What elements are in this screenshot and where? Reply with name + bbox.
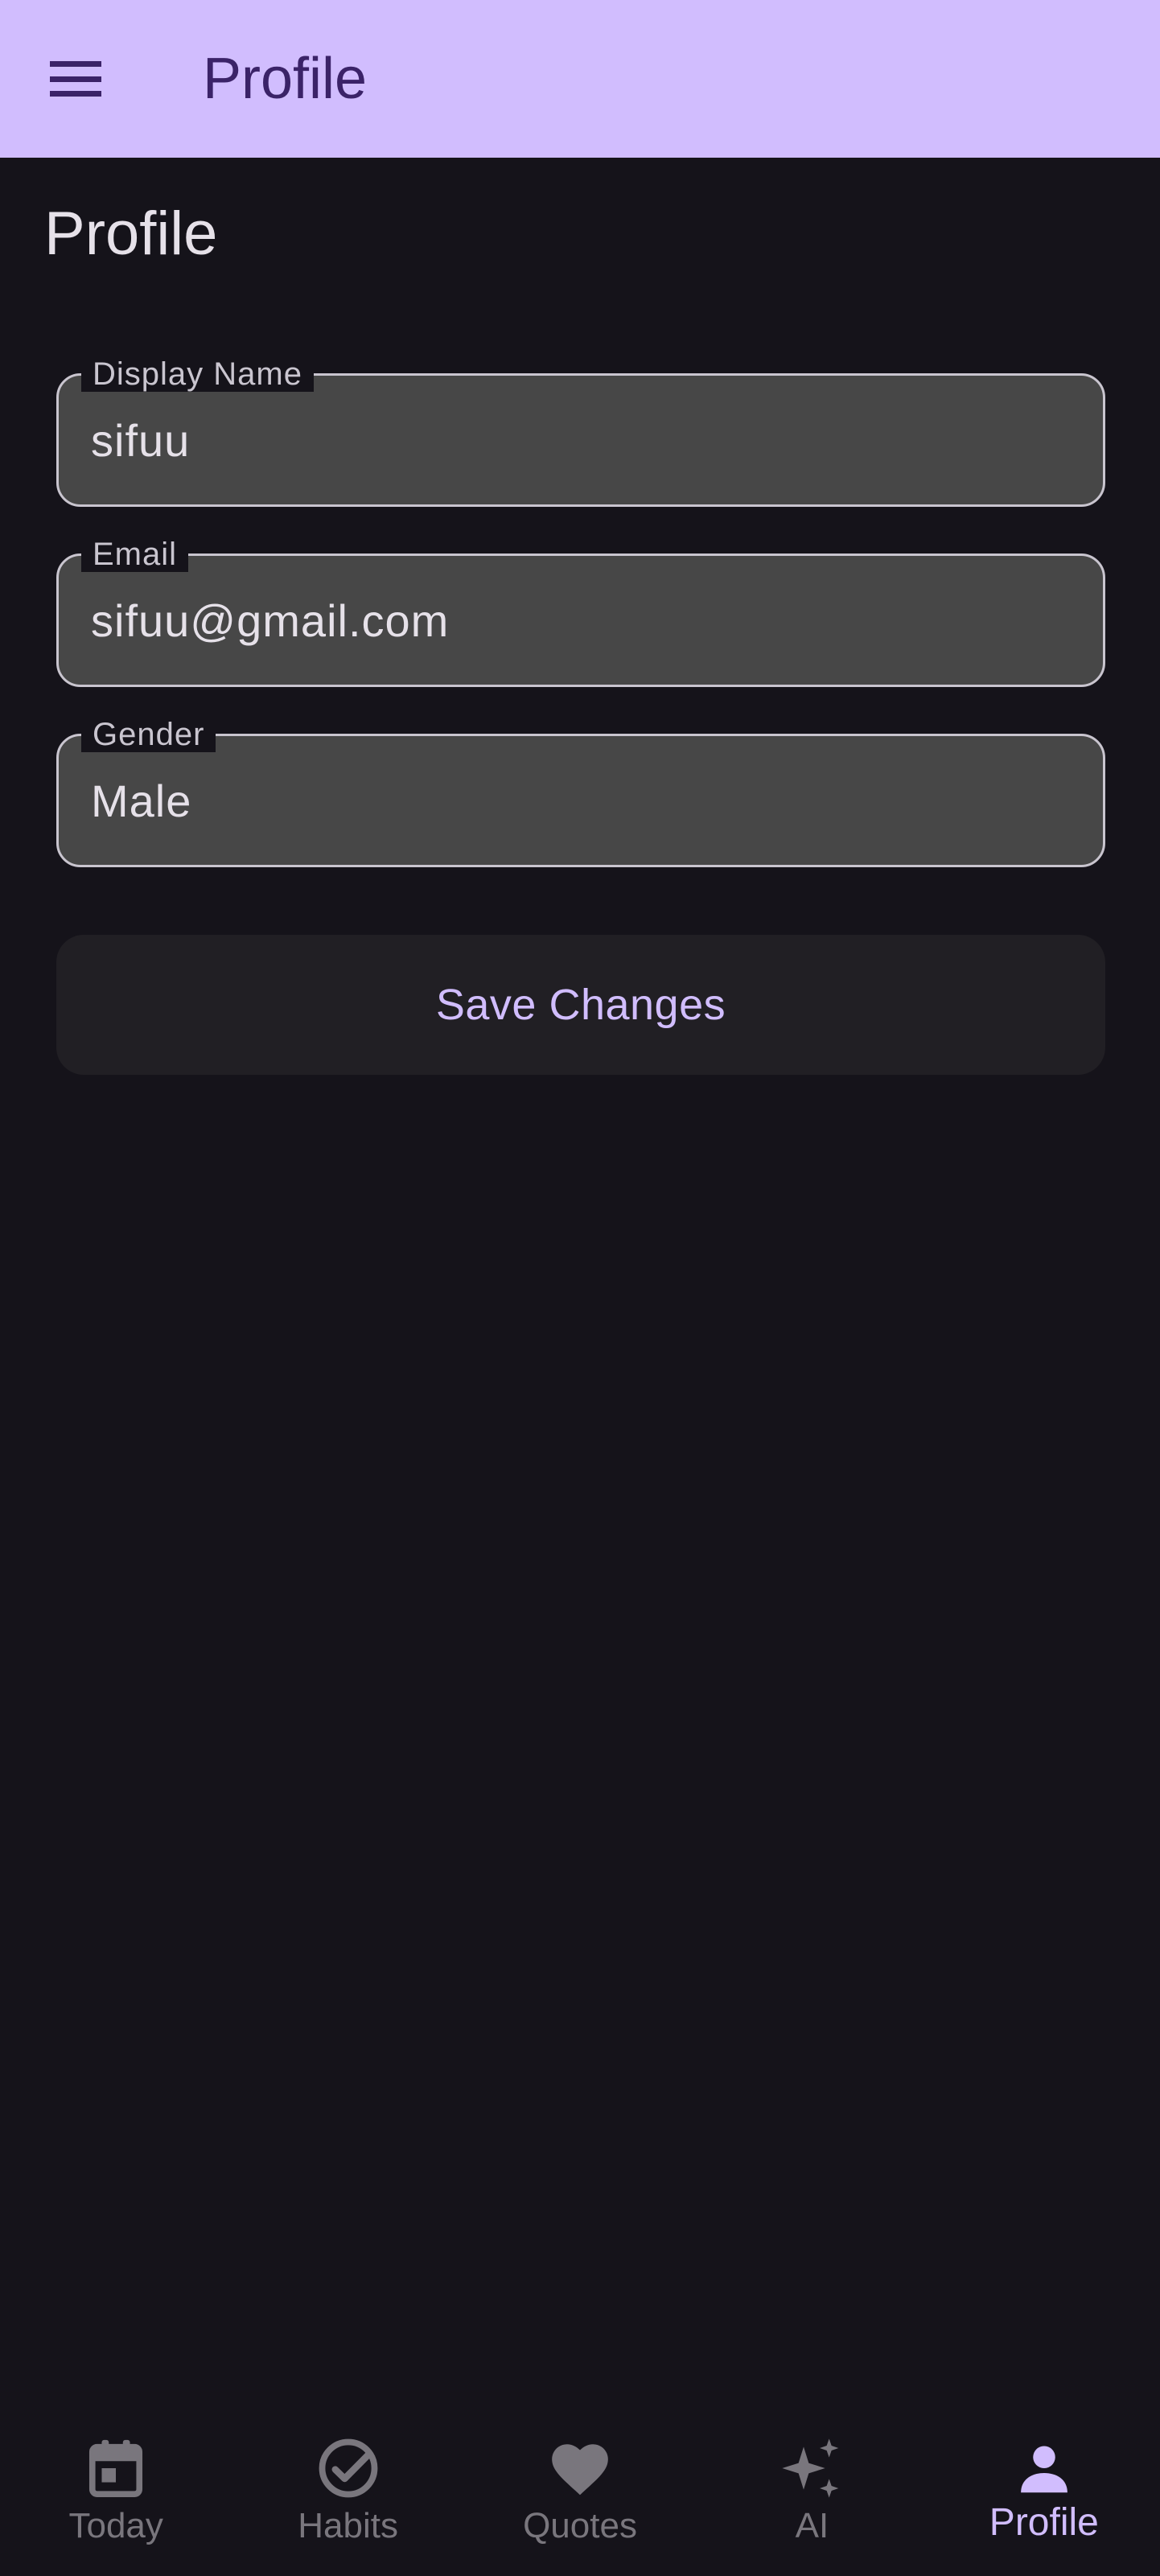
- page-title: Profile: [44, 200, 218, 268]
- calendar-icon: [82, 2434, 150, 2502]
- bottom-navigation: Today Habits Quotes AI Profile: [0, 2405, 1160, 2576]
- nav-item-today[interactable]: Today: [0, 2405, 232, 2576]
- person-icon: [1010, 2434, 1078, 2502]
- nav-label-habits: Habits: [298, 2506, 398, 2545]
- heart-icon: [546, 2434, 614, 2502]
- nav-item-profile[interactable]: Profile: [928, 2405, 1160, 2576]
- display-name-field[interactable]: Display Name: [56, 356, 1105, 507]
- nav-label-today: Today: [68, 2506, 163, 2545]
- app-bar-title: Profile: [203, 47, 368, 111]
- gender-field[interactable]: Gender: [56, 717, 1105, 867]
- nav-label-profile: Profile: [989, 2501, 1099, 2544]
- save-changes-button[interactable]: Save Changes: [56, 935, 1105, 1075]
- nav-item-habits[interactable]: Habits: [232, 2405, 463, 2576]
- check-circle-icon: [315, 2434, 382, 2502]
- email-field[interactable]: Email: [56, 537, 1105, 687]
- email-input[interactable]: [91, 556, 1072, 685]
- hamburger-menu-icon[interactable]: [47, 55, 111, 103]
- nav-item-ai[interactable]: AI: [696, 2405, 928, 2576]
- gender-input[interactable]: [91, 736, 1072, 865]
- display-name-input[interactable]: [91, 376, 1072, 504]
- top-app-bar: Profile: [0, 0, 1160, 158]
- sparkles-icon: [778, 2434, 845, 2502]
- nav-label-quotes: Quotes: [523, 2506, 637, 2545]
- nav-item-quotes[interactable]: Quotes: [464, 2405, 696, 2576]
- nav-label-ai: AI: [795, 2506, 829, 2545]
